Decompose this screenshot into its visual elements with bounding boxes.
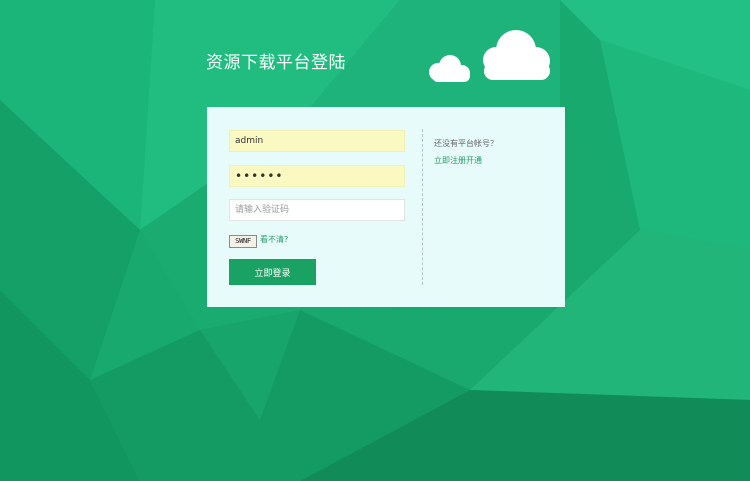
captcha-image[interactable]: SWNF — [229, 235, 257, 248]
register-link[interactable]: 立即注册开通 — [434, 155, 482, 166]
captcha-input[interactable] — [229, 199, 405, 221]
divider — [422, 129, 423, 285]
cloud-icon — [429, 30, 550, 82]
login-button[interactable]: 立即登录 — [229, 259, 316, 285]
password-input[interactable] — [229, 165, 405, 187]
page-title: 资源下载平台登陆 — [206, 53, 346, 73]
no-account-text: 还没有平台帐号？ — [434, 139, 498, 148]
login-panel: SWNF 看不清? 立即登录 还没有平台帐号？ 立即注册开通 — [207, 107, 565, 307]
refresh-captcha-link[interactable]: 看不清? — [260, 234, 288, 245]
username-input[interactable] — [229, 130, 405, 152]
